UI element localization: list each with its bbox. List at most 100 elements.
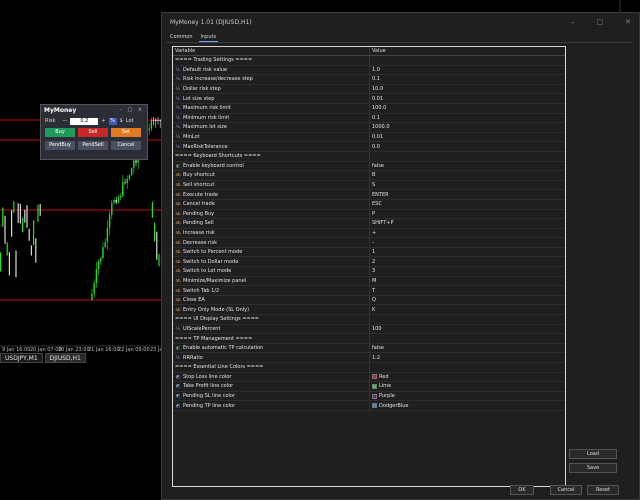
input-row[interactable]: ◧ Enable keyboard control false <box>173 161 565 172</box>
input-row[interactable]: ab Decrease risk - <box>173 238 565 248</box>
value-cell[interactable]: Purple <box>370 393 565 399</box>
minimize-icon[interactable]: – <box>571 18 575 26</box>
value-cell[interactable]: + <box>370 230 565 236</box>
sell-button[interactable]: Sell <box>78 128 108 137</box>
value-cell[interactable]: 100.0 <box>370 105 565 111</box>
value-cell[interactable]: false <box>370 163 565 169</box>
close-icon[interactable]: ✕ <box>625 18 631 26</box>
color-swatch[interactable] <box>372 403 377 409</box>
value-cell[interactable]: B <box>370 172 565 178</box>
value-cell[interactable]: 3 <box>370 268 565 274</box>
symbol-tab-usdjpy[interactable]: USDJPY,M1 <box>0 353 43 363</box>
input-row[interactable]: ab Pending Buy P <box>173 209 565 220</box>
value-cell[interactable]: Red <box>370 374 565 380</box>
value-cell[interactable]: 10.0 <box>370 86 565 92</box>
value-cell[interactable]: 0.1 <box>370 76 565 82</box>
input-row[interactable]: ½ Risk increase/decrease step 0.1 <box>173 75 565 85</box>
input-row[interactable]: ½ Minimum risk limit 0.1 <box>173 113 565 124</box>
input-row[interactable]: ab Buy shortcut B <box>173 171 565 181</box>
value-cell[interactable]: 0.01 <box>370 134 565 140</box>
pending-buy-button[interactable]: PendBuy <box>45 141 75 150</box>
tab-common[interactable]: Common <box>168 33 195 42</box>
value-cell[interactable]: false <box>370 345 565 351</box>
value-cell[interactable]: Q <box>370 297 565 303</box>
input-row[interactable]: ab Switch to Dollar mode 2 <box>173 257 565 268</box>
value-cell[interactable]: SHIFT+P <box>370 220 565 226</box>
panel-titlebar[interactable]: MyMoney – □ × <box>41 105 147 116</box>
maximize-icon[interactable]: □ <box>597 18 604 26</box>
value-cell[interactable]: 2 <box>370 259 565 265</box>
value-cell[interactable]: 1 <box>370 249 565 255</box>
input-row[interactable]: ½ Default risk value 1.0 <box>173 65 565 76</box>
value-cell[interactable]: ESC <box>370 201 565 207</box>
input-row[interactable]: ab Increase risk + <box>173 228 565 239</box>
section-header-row[interactable]: ==== UI Display Settings ==== <box>173 315 565 325</box>
input-row[interactable]: ◩ Pending SL line color Purple <box>173 391 565 402</box>
input-row[interactable]: ab Switch Tab 1/2 T <box>173 286 565 296</box>
percent-mode-button[interactable]: % <box>108 117 117 125</box>
input-row[interactable]: ◩ Stop Loss line color Red <box>173 372 565 383</box>
buy-button[interactable]: Buy <box>45 128 75 137</box>
dollar-mode-button[interactable]: $ <box>120 118 123 124</box>
value-cell[interactable]: 1000.0 <box>370 124 565 130</box>
value-cell[interactable]: P <box>370 211 565 217</box>
column-header-value[interactable]: Value <box>370 47 565 55</box>
symbol-tab-djiusd[interactable]: DJIUSD,H1 <box>44 353 86 363</box>
risk-value-field[interactable]: 0.2 <box>70 117 99 125</box>
section-header-row[interactable]: ==== Keyboard Shortcuts ==== <box>173 151 565 162</box>
save-button[interactable]: Save <box>569 463 617 473</box>
value-cell[interactable]: 0.01 <box>370 96 565 102</box>
input-row[interactable]: ½ RRRatio 1:2 <box>173 353 565 363</box>
cancel-button[interactable]: Cancel <box>111 141 141 150</box>
input-row[interactable]: ½ UIScalePercent 100 <box>173 324 565 335</box>
set-button[interactable]: Set <box>111 128 141 137</box>
pending-sell-button[interactable]: PendSell <box>78 141 108 150</box>
input-row[interactable]: ab Pending Sell SHIFT+P <box>173 219 565 229</box>
input-row[interactable]: ½ Lot size step 0.01 <box>173 94 565 104</box>
reset-button[interactable]: Reset <box>587 485 619 495</box>
value-cell[interactable]: S <box>370 182 565 188</box>
input-row[interactable]: ab Close EA Q <box>173 295 565 306</box>
cancel-dialog-button[interactable]: Cancel <box>550 485 582 495</box>
input-row[interactable]: ½ Maximum risk limit 100.0 <box>173 103 565 114</box>
panel-window-controls[interactable]: – □ × <box>119 107 144 114</box>
tab-inputs[interactable]: Inputs <box>198 33 219 42</box>
input-row[interactable]: ◧ Enable automatic TP calculation false <box>173 343 565 354</box>
input-row[interactable]: ab Execute trade ENTER <box>173 190 565 200</box>
value-cell[interactable]: 0.0 <box>370 144 565 150</box>
input-row[interactable]: ab Minimize/Maximize panel M <box>173 276 565 287</box>
value-cell[interactable]: 0.1 <box>370 115 565 121</box>
risk-decrease-button[interactable]: — <box>62 118 67 124</box>
ok-button[interactable]: OK <box>510 485 534 495</box>
value-cell[interactable]: ENTER <box>370 192 565 198</box>
input-row[interactable]: ab Sell shortcut S <box>173 180 565 191</box>
lot-mode-button[interactable]: Lot <box>126 118 134 124</box>
section-header-row[interactable]: ==== Essential Line Colors ==== <box>173 363 565 373</box>
value-cell[interactable]: - <box>370 240 565 246</box>
input-row[interactable]: ab Cancel trade ESC <box>173 199 565 210</box>
input-row[interactable]: ½ Maximum lot size 1000.0 <box>173 123 565 133</box>
input-row[interactable]: ab Switch to Percent mode 1 <box>173 247 565 258</box>
risk-increase-button[interactable]: + <box>101 118 105 124</box>
value-cell[interactable]: M <box>370 278 565 284</box>
column-header-variable[interactable]: Variable <box>173 47 370 55</box>
color-swatch[interactable] <box>372 383 377 389</box>
input-row[interactable]: ◩ Take Profit line color Lime <box>173 382 565 392</box>
value-cell[interactable]: K <box>370 307 565 313</box>
section-header-row[interactable]: ==== Trading Settings ==== <box>173 56 565 66</box>
value-cell[interactable]: 100 <box>370 326 565 332</box>
color-swatch[interactable] <box>372 374 377 380</box>
value-cell[interactable]: 1:2 <box>370 355 565 361</box>
input-row[interactable]: ½ MaxRiskTolerance 0.0 <box>173 142 565 152</box>
value-cell[interactable]: Lime <box>370 383 565 389</box>
input-row[interactable]: ½ Dollar risk step 10.0 <box>173 84 565 95</box>
section-header-row[interactable]: ==== TP Management ==== <box>173 334 565 344</box>
color-swatch[interactable] <box>372 393 377 399</box>
value-cell[interactable]: 1.0 <box>370 67 565 73</box>
load-button[interactable]: Load <box>569 449 617 459</box>
input-row[interactable]: ab Entry Only Mode (SL Only) K <box>173 305 565 316</box>
value-cell[interactable]: DodgerBlue <box>370 403 565 409</box>
value-cell[interactable]: T <box>370 288 565 294</box>
dialog-titlebar[interactable]: MyMoney 1.01 (DJIUSD,H1) – □ ✕ <box>162 13 639 31</box>
input-row[interactable]: ab Switch to Lot mode 3 <box>173 267 565 277</box>
